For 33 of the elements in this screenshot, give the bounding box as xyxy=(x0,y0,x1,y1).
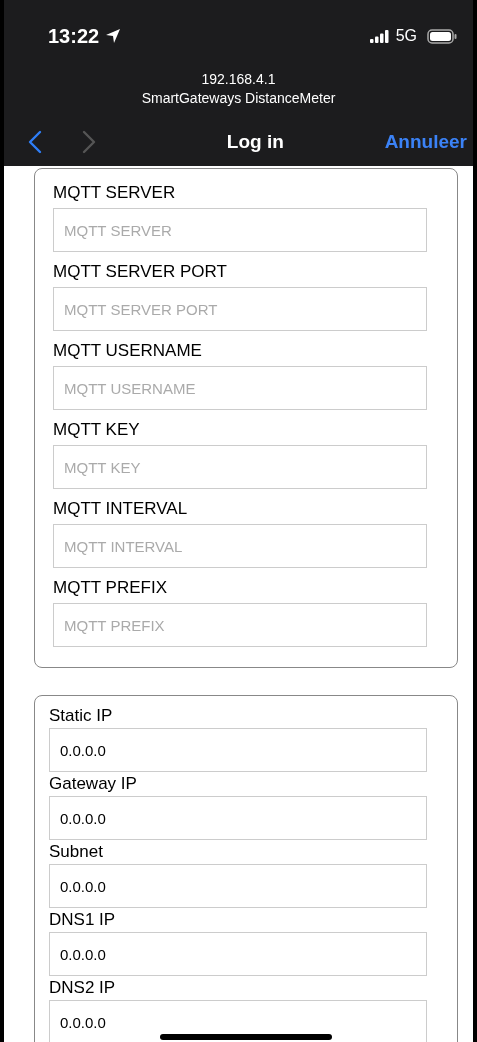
cancel-button[interactable]: Annuleer xyxy=(384,131,467,153)
battery-icon xyxy=(427,28,457,44)
location-arrow-icon xyxy=(105,28,122,44)
forward-icon[interactable] xyxy=(82,130,96,154)
input-field[interactable]: 0.0.0.0 xyxy=(49,864,427,908)
field-label: DNS1 IP xyxy=(49,910,117,930)
nav-title: Log in xyxy=(225,131,285,153)
page-title: SmartGateways DistanceMeter xyxy=(141,89,336,108)
field-label: MQTT USERNAME xyxy=(53,341,203,361)
input-field[interactable]: 0.0.0.0 xyxy=(49,728,427,772)
field-label: MQTT KEY xyxy=(53,420,141,440)
status-time: 13:22 xyxy=(48,24,100,48)
field-label: DNS2 IP xyxy=(49,978,117,998)
field-label: Subnet xyxy=(49,842,104,862)
host-address: 192.168.4.1 xyxy=(201,70,276,89)
input-field[interactable]: MQTT SERVER xyxy=(53,208,427,252)
input-field[interactable]: MQTT SERVER PORT xyxy=(53,287,427,331)
input-field[interactable]: MQTT PREFIX xyxy=(53,603,427,647)
input-field[interactable]: MQTT USERNAME xyxy=(53,366,427,410)
signal-icon xyxy=(369,29,390,43)
input-field[interactable]: 0.0.0.0 xyxy=(49,796,427,840)
field-label: MQTT SERVER xyxy=(53,183,177,203)
field-label: Static IP xyxy=(49,706,114,726)
field-label: MQTT PREFIX xyxy=(53,578,168,598)
back-icon[interactable] xyxy=(28,130,42,154)
input-field[interactable]: 0.0.0.0 xyxy=(49,932,427,976)
network-label: 5G xyxy=(395,27,417,45)
input-field[interactable]: MQTT INTERVAL xyxy=(53,524,427,568)
field-label: MQTT INTERVAL xyxy=(53,499,189,519)
input-field[interactable]: MQTT KEY xyxy=(53,445,427,489)
field-label: Gateway IP xyxy=(49,774,138,794)
field-label: MQTT SERVER PORT xyxy=(53,262,228,282)
input-field[interactable]: 0.0.0.0 xyxy=(49,1000,427,1042)
